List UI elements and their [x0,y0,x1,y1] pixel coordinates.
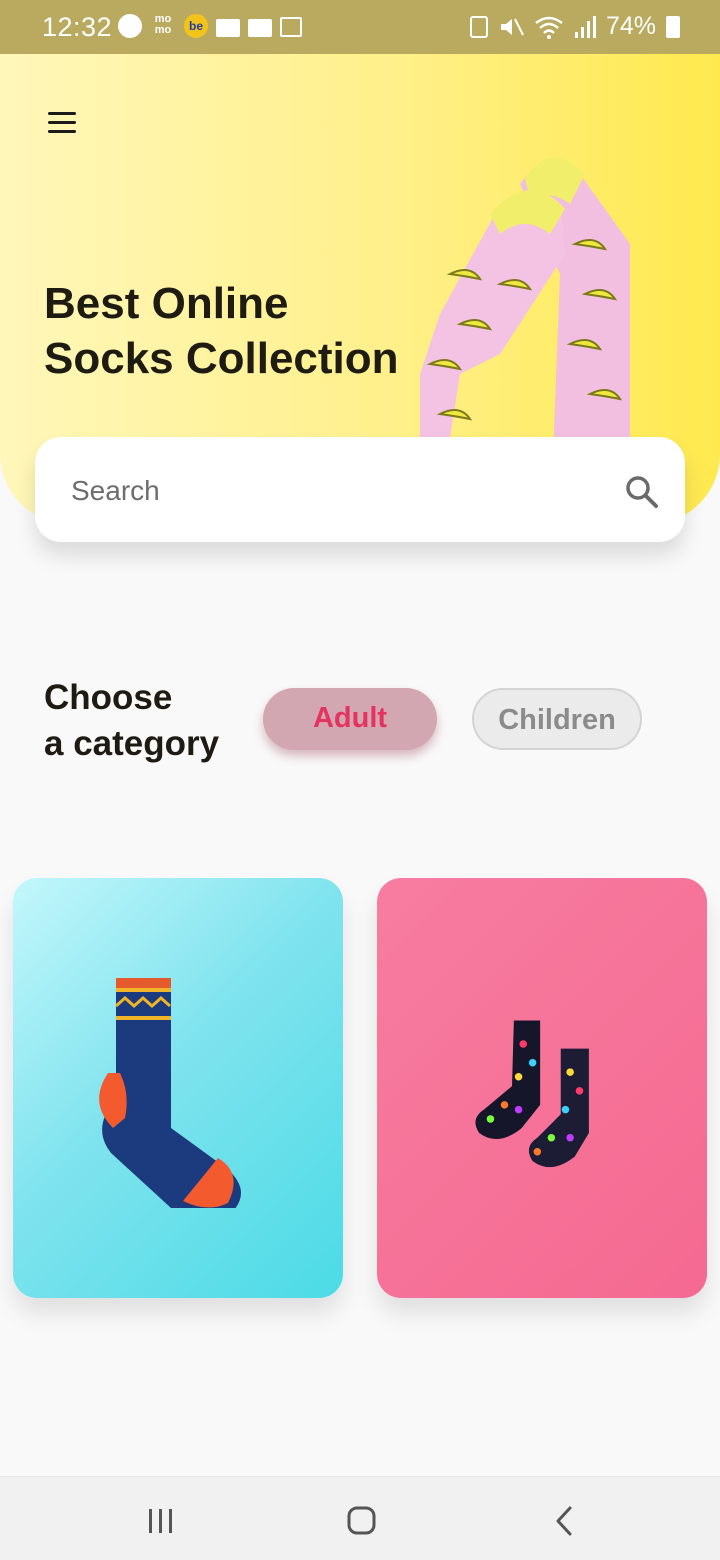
battery-percent: 74% [605,12,656,40]
folder-icon [248,19,272,37]
search-box [35,437,685,542]
home-icon[interactable] [336,1495,386,1545]
cat-socks-image [475,1020,589,1168]
battery-saver-icon [469,15,488,38]
menu-icon[interactable] [48,112,76,136]
folder-icon [216,19,240,37]
category-title-line1: Choose [44,678,173,717]
momo-icon: mo mo [154,13,172,36]
app-screen: 12:32 mo mo be 74% Best Online Socks Col… [0,0,720,1560]
be-icon: be [184,14,208,38]
mute-icon [500,18,524,35]
image-icon [280,17,302,37]
search-icon[interactable] [625,475,659,509]
messenger-icon [118,14,142,38]
search-input[interactable] [69,463,593,519]
category-chip-adult[interactable]: Adult [263,688,437,750]
back-icon[interactable] [540,1495,590,1545]
product-card[interactable] [13,878,343,1298]
system-nav-bar [0,1476,720,1560]
product-card[interactable] [377,878,707,1298]
wifi-icon [535,16,563,39]
recent-apps-icon[interactable] [136,1495,186,1545]
status-bar: 12:32 mo mo be 74% [0,0,720,54]
category-title-line2: a category [44,724,220,763]
system-status-icons: 74% [469,12,680,41]
blue-sock-image [99,978,241,1208]
status-time: 12:32 [42,12,113,42]
category-title: Choose a category [44,675,264,767]
notification-icons: mo mo be [118,14,302,38]
category-chip-children[interactable]: Children [472,688,642,750]
battery-icon [666,15,680,38]
signal-icon [574,15,596,38]
